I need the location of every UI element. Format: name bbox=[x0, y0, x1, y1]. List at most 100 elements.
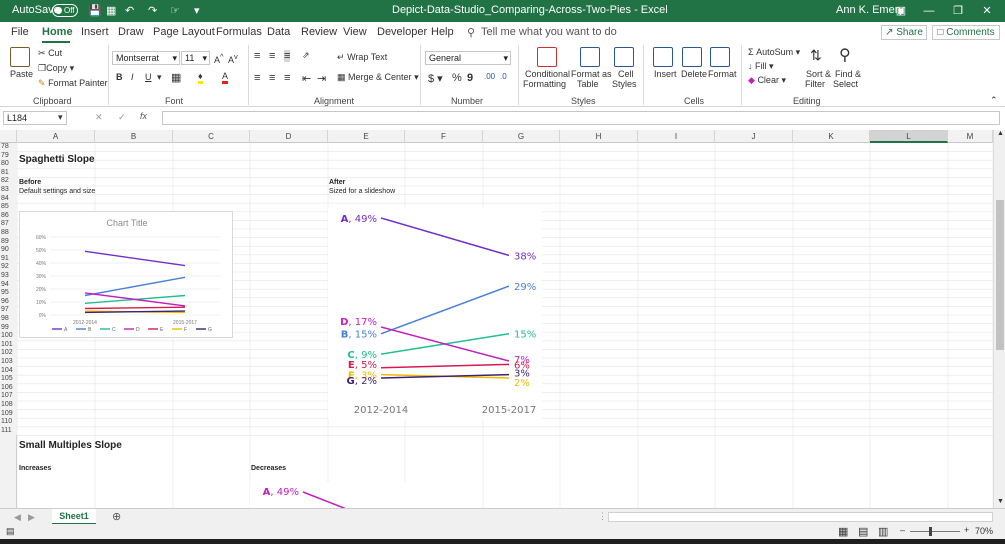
series-line-E[interactable] bbox=[380, 363, 510, 369]
tab-draw[interactable]: Draw bbox=[118, 26, 144, 38]
delete-cells-button[interactable]: Delete bbox=[681, 69, 707, 79]
cancel-icon[interactable]: ✕ bbox=[95, 112, 103, 123]
insert-cells-button[interactable]: Insert bbox=[654, 69, 677, 79]
series-line-E[interactable] bbox=[84, 306, 186, 310]
row-header[interactable]: 104 bbox=[0, 366, 17, 376]
undo-icon[interactable]: ↶ bbox=[125, 4, 134, 17]
chart-title[interactable]: Chart Title bbox=[106, 218, 147, 228]
select-all-corner[interactable] bbox=[0, 130, 17, 143]
decrease-font-icon[interactable]: Av bbox=[228, 52, 238, 65]
align-bottom-icon[interactable]: ≡ bbox=[284, 50, 291, 62]
tell-me-search[interactable]: Tell me what you want to do bbox=[481, 26, 617, 38]
split-handle-icon[interactable]: ⋮ bbox=[598, 511, 607, 522]
row-header[interactable]: 79 bbox=[0, 151, 17, 161]
chart-after[interactable]: A, 49% 38% B, 15% 29% C, 9% 15% D, 17% 7% E, 5% 6… bbox=[328, 207, 542, 419]
format-as-table-icon[interactable] bbox=[580, 47, 600, 67]
row-header[interactable]: 93 bbox=[0, 272, 17, 281]
row-header[interactable]: 101 bbox=[0, 340, 17, 350]
touch-mode-icon[interactable]: ☞ bbox=[170, 4, 180, 17]
row-header[interactable]: 87 bbox=[0, 220, 17, 229]
series-line-B[interactable] bbox=[380, 285, 510, 335]
underline-icon[interactable]: U bbox=[145, 72, 152, 82]
row-header[interactable]: 82 bbox=[0, 177, 17, 186]
row-header[interactable]: 80 bbox=[0, 160, 17, 169]
find-select-button[interactable]: Find & bbox=[835, 69, 861, 79]
sort-filter-button[interactable]: Sort & bbox=[806, 69, 831, 79]
series-line-A[interactable] bbox=[380, 217, 510, 257]
align-left-icon[interactable]: ≡ bbox=[254, 72, 260, 84]
minimize-icon[interactable]: — bbox=[915, 2, 943, 20]
series-line-A[interactable] bbox=[302, 491, 432, 543]
magnifier-icon[interactable]: ⚲ bbox=[839, 45, 851, 65]
sort-filter-icon[interactable]: ⇅ bbox=[810, 47, 822, 64]
tab-view[interactable]: View bbox=[343, 26, 367, 38]
font-name-select[interactable]: Montserrat ▾ bbox=[112, 51, 180, 65]
row-header[interactable]: 88 bbox=[0, 229, 17, 238]
horizontal-scrollbar[interactable] bbox=[608, 512, 993, 522]
column-header[interactable]: M bbox=[948, 130, 993, 143]
row-header[interactable]: 83 bbox=[0, 186, 17, 195]
row-header[interactable]: 102 bbox=[0, 349, 17, 358]
cell-styles-icon[interactable] bbox=[614, 47, 634, 67]
macro-record-icon[interactable]: ▤ bbox=[6, 526, 15, 537]
tab-developer[interactable]: Developer bbox=[377, 26, 427, 38]
column-header[interactable]: F bbox=[405, 130, 483, 143]
borders-icon[interactable]: ▦ bbox=[171, 71, 181, 84]
ribbon-display-icon[interactable]: ▣ bbox=[887, 2, 915, 20]
italic-icon[interactable]: I bbox=[131, 72, 134, 82]
currency-icon[interactable]: $ ▾ bbox=[428, 72, 443, 85]
column-header[interactable]: D bbox=[250, 130, 328, 143]
decrease-decimal-icon[interactable]: .0 bbox=[500, 72, 507, 81]
row-header[interactable]: 95 bbox=[0, 289, 17, 298]
tab-insert[interactable]: Insert bbox=[81, 26, 109, 38]
series-line-A[interactable] bbox=[84, 250, 186, 267]
tab-data[interactable]: Data bbox=[267, 26, 290, 38]
scroll-thumb[interactable] bbox=[996, 200, 1004, 350]
tab-file[interactable]: File bbox=[11, 26, 29, 38]
row-header[interactable]: 86 bbox=[0, 211, 17, 221]
autosave-toggle[interactable]: Off bbox=[52, 4, 78, 17]
row-header[interactable]: 100 bbox=[0, 332, 17, 341]
format-painter-button[interactable]: ✎ Format Painter bbox=[38, 78, 108, 89]
paste-icon[interactable] bbox=[10, 47, 30, 67]
align-center-icon[interactable]: ≡ bbox=[269, 72, 275, 84]
chevron-down-icon[interactable]: ▾ bbox=[58, 112, 63, 123]
column-header-selected[interactable]: L bbox=[870, 130, 948, 143]
row-header[interactable]: 97 bbox=[0, 306, 17, 315]
tab-help[interactable]: Help bbox=[431, 26, 454, 38]
zoom-in-icon[interactable]: + bbox=[964, 525, 969, 535]
merge-center-button[interactable]: ▦ Merge & Center ▾ bbox=[337, 72, 419, 83]
percent-icon[interactable]: % bbox=[452, 72, 462, 84]
page-layout-view-icon[interactable]: ▤ bbox=[858, 525, 868, 538]
page-break-view-icon[interactable]: ▥ bbox=[878, 525, 888, 538]
formula-input[interactable] bbox=[162, 111, 1000, 125]
format-as-table-button[interactable]: Format as bbox=[571, 69, 612, 79]
vertical-scrollbar[interactable]: ▲ ▼ bbox=[993, 130, 1005, 508]
chevron-down-icon[interactable]: ▾ bbox=[157, 72, 162, 83]
column-header[interactable]: I bbox=[638, 130, 715, 143]
orientation-icon[interactable]: ⇗ bbox=[302, 50, 310, 61]
column-header[interactable]: B bbox=[95, 130, 173, 143]
comma-icon[interactable]: 9 bbox=[467, 72, 473, 84]
paste-button[interactable]: Paste bbox=[10, 69, 33, 79]
row-header[interactable]: 92 bbox=[0, 263, 17, 272]
row-header[interactable]: 110 bbox=[0, 418, 17, 427]
row-header[interactable]: 105 bbox=[0, 375, 17, 384]
conditional-formatting-icon[interactable] bbox=[537, 47, 557, 67]
zoom-slider-thumb[interactable] bbox=[929, 527, 932, 536]
insert-cells-icon[interactable] bbox=[653, 47, 673, 67]
row-header[interactable]: 99 bbox=[0, 323, 17, 333]
normal-view-icon[interactable]: ▦ bbox=[838, 525, 848, 538]
comments-button[interactable]: □ Comments bbox=[932, 25, 1000, 40]
font-size-select[interactable]: 11 ▾ bbox=[181, 51, 210, 65]
decrease-indent-icon[interactable]: ⇤ bbox=[302, 72, 311, 85]
row-header[interactable]: 106 bbox=[0, 383, 17, 393]
column-header[interactable]: H bbox=[560, 130, 638, 143]
row-header[interactable]: 81 bbox=[0, 168, 17, 178]
cell-styles-button[interactable]: Cell bbox=[618, 69, 634, 79]
font-color-icon[interactable]: A bbox=[222, 71, 229, 84]
prev-sheet-icon[interactable]: ◀ bbox=[14, 512, 21, 523]
series-line-D[interactable] bbox=[380, 326, 510, 362]
conditional-formatting-button[interactable]: Conditional bbox=[525, 69, 570, 79]
autosum-button[interactable]: Σ AutoSum ▾ bbox=[748, 47, 800, 58]
